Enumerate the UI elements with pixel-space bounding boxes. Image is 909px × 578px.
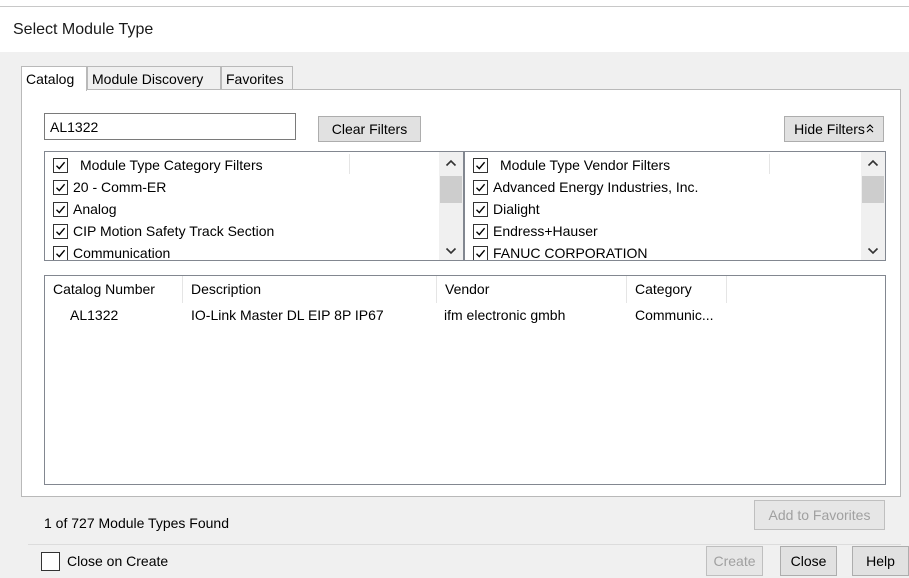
check-icon xyxy=(476,161,486,170)
category-filter-label: 20 - Comm-ER xyxy=(73,179,167,195)
check-icon xyxy=(56,205,66,214)
vendor-filter-item[interactable]: Advanced Energy Industries, Inc. xyxy=(473,176,698,198)
category-filter-label: Communication xyxy=(73,245,171,261)
category-filter-list: Module Type Category Filters 20 - Comm-E… xyxy=(44,151,464,261)
vendor-filter-label: Dialight xyxy=(493,201,540,217)
help-button[interactable]: Help xyxy=(852,546,909,576)
check-icon xyxy=(476,183,486,192)
cell-description: IO-Link Master DL EIP 8P IP67 xyxy=(191,307,384,323)
search-input[interactable] xyxy=(44,113,296,140)
category-filter-item[interactable]: Analog xyxy=(53,198,117,220)
vendor-filter-label: Endress+Hauser xyxy=(493,223,598,239)
column-header-category[interactable]: Category xyxy=(627,276,727,303)
clear-filters-button[interactable]: Clear Filters xyxy=(318,116,421,142)
vendor-filter-list: Module Type Vendor Filters Advanced Ener… xyxy=(464,151,886,261)
vendor-checkbox[interactable] xyxy=(473,179,488,195)
check-icon xyxy=(476,205,486,214)
header-column-divider xyxy=(349,154,350,174)
results-table: Catalog Number Description Vendor Catego… xyxy=(44,275,886,485)
column-header-catalog-number[interactable]: Catalog Number xyxy=(45,276,183,303)
add-to-favorites-button[interactable]: Add to Favorites xyxy=(754,500,885,530)
scroll-up-arrow-icon[interactable] xyxy=(861,152,885,174)
tab-module-discovery[interactable]: Module Discovery xyxy=(87,66,221,90)
vendor-filter-header-label: Module Type Vendor Filters xyxy=(500,157,671,173)
scrollbar-thumb[interactable] xyxy=(862,176,884,203)
category-checkbox[interactable] xyxy=(53,223,68,239)
column-header-description[interactable]: Description xyxy=(183,276,437,303)
category-scrollbar[interactable] xyxy=(439,152,463,260)
vendor-filter-label: FANUC CORPORATION xyxy=(493,245,648,261)
scrollbar-thumb[interactable] xyxy=(440,176,462,203)
column-header-vendor[interactable]: Vendor xyxy=(437,276,627,303)
scroll-down-arrow-icon[interactable] xyxy=(861,240,885,260)
tab-catalog[interactable]: Catalog xyxy=(21,66,87,91)
top-divider xyxy=(0,6,909,7)
cell-vendor: ifm electronic gmbh xyxy=(444,307,566,323)
close-on-create-label[interactable]: Close on Create xyxy=(67,553,168,569)
vendor-filter-label: Advanced Energy Industries, Inc. xyxy=(493,179,699,195)
vendor-filter-item[interactable]: Endress+Hauser xyxy=(473,220,598,242)
create-button[interactable]: Create xyxy=(706,546,763,576)
header-column-divider xyxy=(769,154,770,174)
dialog-title: Select Module Type xyxy=(13,21,154,38)
close-button[interactable]: Close xyxy=(780,546,837,576)
double-chevron-up-icon xyxy=(866,124,874,134)
vendor-filter-header[interactable]: Module Type Vendor Filters xyxy=(473,154,670,176)
category-checkbox[interactable] xyxy=(53,245,68,260)
category-filter-header[interactable]: Module Type Category Filters xyxy=(53,154,263,176)
category-checkbox[interactable] xyxy=(53,201,68,217)
check-icon xyxy=(56,183,66,192)
tab-favorites[interactable]: Favorites xyxy=(221,66,293,90)
vendor-filter-item[interactable]: FANUC CORPORATION xyxy=(473,242,648,261)
results-count-text: 1 of 727 Module Types Found xyxy=(44,515,229,531)
check-icon xyxy=(56,161,66,170)
hide-filters-button[interactable]: Hide Filters xyxy=(784,116,884,142)
vendor-scrollbar[interactable] xyxy=(861,152,885,260)
category-filter-item[interactable]: Communication xyxy=(53,242,171,261)
check-icon xyxy=(56,227,66,236)
cell-catalog-number: AL1322 xyxy=(70,307,119,323)
close-on-create-checkbox[interactable] xyxy=(41,552,60,571)
category-checkbox[interactable] xyxy=(53,179,68,195)
category-filter-item[interactable]: CIP Motion Safety Track Section xyxy=(53,220,274,242)
footer-divider xyxy=(28,544,901,545)
scroll-up-arrow-icon[interactable] xyxy=(439,152,463,174)
category-filter-label: CIP Motion Safety Track Section xyxy=(73,223,275,239)
vendor-filter-item[interactable]: Dialight xyxy=(473,198,540,220)
scroll-down-arrow-icon[interactable] xyxy=(439,240,463,260)
category-filter-header-label: Module Type Category Filters xyxy=(80,157,263,173)
category-filter-item[interactable]: 20 - Comm-ER xyxy=(53,176,166,198)
hide-filters-label: Hide Filters xyxy=(794,121,865,137)
vendor-checkbox[interactable] xyxy=(473,201,488,217)
category-select-all-checkbox[interactable] xyxy=(53,157,68,173)
cell-category: Communic... xyxy=(635,307,714,323)
check-icon xyxy=(56,249,66,258)
vendor-select-all-checkbox[interactable] xyxy=(473,157,488,173)
check-icon xyxy=(476,227,486,236)
vendor-checkbox[interactable] xyxy=(473,223,488,239)
category-filter-label: Analog xyxy=(73,201,117,217)
vendor-checkbox[interactable] xyxy=(473,245,488,260)
check-icon xyxy=(476,249,486,258)
